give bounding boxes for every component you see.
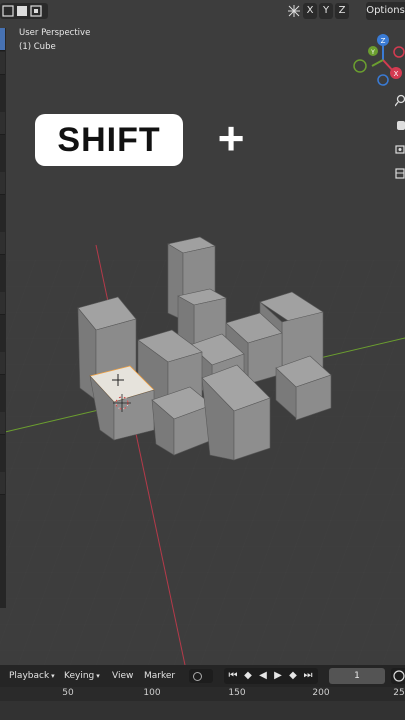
tool-select-icon[interactable]: [0, 28, 5, 51]
options-button[interactable]: Options: [366, 2, 405, 20]
tool-add-cube-icon[interactable]: [0, 472, 5, 495]
pan-hand-icon[interactable]: [395, 118, 405, 132]
select-box-icon: [2, 5, 42, 17]
viewport-scene: Z X Y: [0, 0, 405, 665]
shift-key-overlay: SHIFT: [35, 114, 183, 166]
play-reverse-icon[interactable]: ◀: [256, 668, 270, 684]
marker-menu[interactable]: Marker: [144, 669, 175, 683]
playback-controls: ⏮ ◆ ◀ ▶ ◆ ⏭: [224, 668, 318, 684]
mirror-x-button[interactable]: X: [303, 3, 317, 19]
timeline-header: Playback ▾ Keying ▾ View Marker ⏮ ◆ ◀ ▶ ◆ …: [0, 665, 405, 687]
tool-cursor-icon[interactable]: [0, 52, 5, 75]
tool-rotate-icon[interactable]: [0, 172, 5, 195]
keying-menu-label: Keying: [64, 671, 95, 681]
jump-prev-keyframe-icon[interactable]: ◆: [241, 668, 255, 684]
tool-transform-icon[interactable]: [0, 292, 5, 315]
grid-view-icon[interactable]: [395, 166, 405, 180]
ruler-tick: 150: [228, 688, 246, 698]
tool-move-icon[interactable]: [0, 112, 5, 135]
tool-annotate-icon[interactable]: [0, 352, 5, 375]
camera-icon[interactable]: [395, 142, 405, 156]
timeline-track[interactable]: [0, 701, 405, 720]
timeline-ruler[interactable]: 50 100 150 200 25: [0, 687, 405, 701]
jump-end-icon[interactable]: ⏭: [301, 668, 315, 684]
playback-menu[interactable]: Playback ▾: [9, 669, 55, 683]
auto-keying-button[interactable]: [189, 669, 213, 683]
tool-scale-icon[interactable]: [0, 232, 5, 255]
chevron-down-icon: ▾: [96, 672, 100, 680]
active-object-label: (1) Cube: [19, 42, 56, 52]
play-icon[interactable]: ▶: [271, 668, 285, 684]
plus-overlay: +: [217, 112, 245, 164]
record-icon: [193, 672, 202, 681]
3d-viewport[interactable]: Z X Y X Y Z Options User Perspective (1)…: [0, 0, 405, 665]
viewport-header: X Y Z Options: [0, 0, 405, 22]
chevron-down-icon: ▾: [51, 672, 55, 680]
zoom-icon[interactable]: [395, 94, 405, 108]
ruler-tick: 100: [143, 688, 161, 698]
gizmo-y-label: Y: [370, 49, 375, 56]
playback-menu-label: Playback: [9, 671, 50, 681]
mirror-icon[interactable]: [287, 4, 301, 18]
view-name-label: User Perspective: [19, 28, 91, 38]
jump-next-keyframe-icon[interactable]: ◆: [286, 668, 300, 684]
gizmo-x-label: X: [394, 70, 399, 78]
gizmo-z-label: Z: [381, 37, 386, 45]
mirror-z-button[interactable]: Z: [335, 3, 349, 19]
ruler-tick: 50: [62, 688, 74, 698]
clock-icon[interactable]: [391, 668, 405, 684]
select-mode-buttons[interactable]: [0, 3, 48, 19]
tool-measure-icon[interactable]: [0, 412, 5, 435]
mirror-y-button[interactable]: Y: [319, 3, 333, 19]
jump-start-icon[interactable]: ⏮: [226, 668, 240, 684]
keying-menu[interactable]: Keying ▾: [64, 669, 100, 683]
ruler-tick: 200: [312, 688, 330, 698]
ruler-tick: 25: [393, 688, 405, 698]
current-frame-field[interactable]: 1: [329, 668, 385, 684]
view-menu[interactable]: View: [112, 669, 133, 683]
toolbar-strip: [0, 28, 6, 608]
